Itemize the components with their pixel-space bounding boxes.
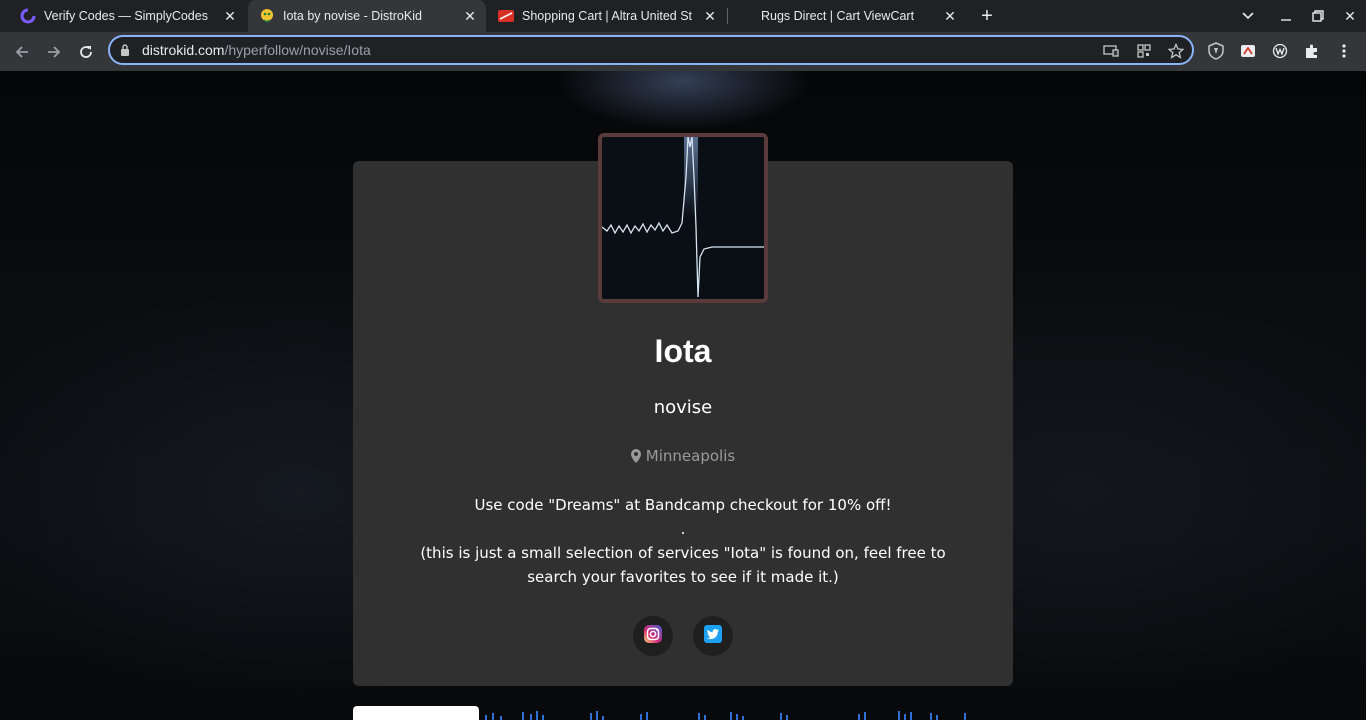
close-icon[interactable]: ✕ [702,8,718,24]
description-line: Use code "Dreams" at Bandcamp checkout f… [474,496,892,514]
twitter-icon [703,624,723,649]
close-window-icon[interactable]: ✕ [1340,6,1360,26]
url-text[interactable]: distrokid.com/hyperfollow/novise/Iota [142,42,371,58]
artist-name[interactable]: novise [353,397,1013,418]
pdf-extension-icon[interactable] [1238,41,1258,61]
qr-code-icon[interactable] [1135,42,1153,60]
tab-search-icon[interactable] [1238,6,1258,26]
instagram-icon [643,624,663,649]
bookmark-star-icon[interactable] [1167,42,1185,60]
toolbar: distrokid.com/hyperfollow/novise/Iota [0,32,1366,71]
close-icon[interactable]: ✕ [222,8,238,24]
tab-simplycodes[interactable]: Verify Codes — SimplyCodes ✕ [8,0,246,32]
extensions-puzzle-icon[interactable] [1302,41,1322,61]
address-bar[interactable]: distrokid.com/hyperfollow/novise/Iota [108,35,1194,65]
new-tab-button[interactable]: + [977,6,997,26]
cast-icon[interactable] [1102,42,1120,60]
back-button[interactable] [11,41,33,63]
release-description: Use code "Dreams" at Bandcamp checkout f… [413,493,953,589]
streaming-service-card[interactable] [353,706,479,720]
tab-title: Iota by novise - DistroKid [283,9,422,23]
artist-location: Minneapolis [353,447,1013,465]
tab-altra[interactable]: Shopping Cart | Altra United States ✕ [488,0,726,32]
twitter-button[interactable] [693,616,733,656]
altra-icon [498,8,514,24]
description-line: . [680,520,686,538]
restore-icon[interactable] [1308,6,1328,26]
description-line: (this is just a small selection of servi… [420,544,946,586]
release-title: Iota [654,333,712,369]
close-icon[interactable]: ✕ [462,8,478,24]
minimize-icon[interactable] [1276,6,1296,26]
page-content: Iota novise Minneapolis Use code "Dreams… [0,71,1366,720]
tab-bar: Verify Codes — SimplyCodes ✕ Iota by nov… [0,0,1366,32]
instagram-button[interactable] [633,616,673,656]
forward-button[interactable] [43,41,65,63]
reload-button[interactable] [75,41,97,63]
simplycodes-icon [20,8,36,24]
waveform-decoration [480,707,980,720]
tab-title: Rugs Direct | Cart ViewCart [761,9,915,23]
tab-title: Verify Codes — SimplyCodes [44,9,208,23]
tab-rugs-direct[interactable]: Rugs Direct | Cart ViewCart ✕ [728,0,966,32]
menu-kebab-icon[interactable] [1334,41,1354,61]
lock-icon[interactable] [120,43,132,57]
close-icon[interactable]: ✕ [942,8,958,24]
url-host: distrokid.com [142,42,225,58]
url-path: /hyperfollow/novise/Iota [224,42,371,58]
map-pin-icon [630,449,641,463]
location-text: Minneapolis [645,447,736,465]
tab-title: Shopping Cart | Altra United States [522,9,692,23]
tab-distrokid[interactable]: Iota by novise - DistroKid ✕ [248,0,486,32]
album-artwork [598,133,768,303]
w-extension-icon[interactable] [1270,41,1290,61]
distrokid-icon [259,8,275,24]
shield-extension-icon[interactable] [1206,41,1226,61]
